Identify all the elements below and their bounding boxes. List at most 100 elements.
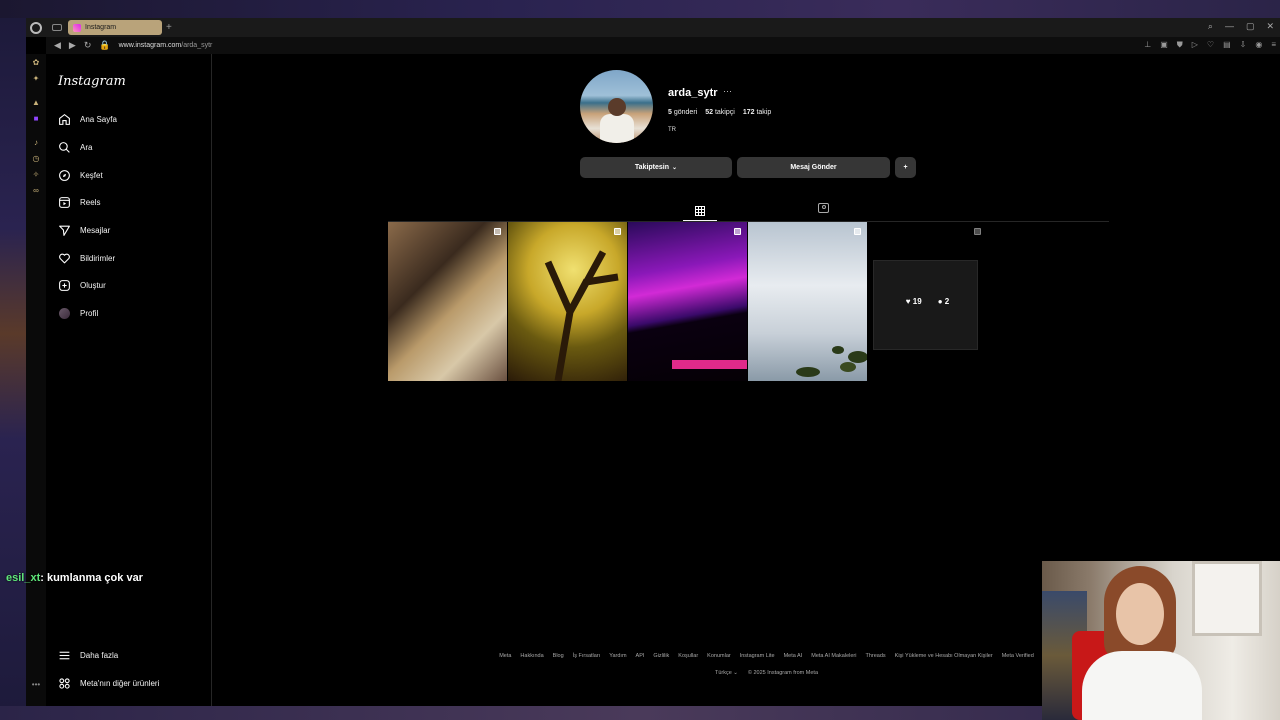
menu-icon[interactable]: ≡ — [1271, 40, 1276, 50]
home-icon — [56, 111, 72, 127]
window-shape — [1192, 561, 1262, 636]
post-thumbnail[interactable] — [508, 222, 627, 381]
message-button[interactable]: Mesaj Gönder — [737, 157, 890, 178]
nav-home[interactable]: Ana Sayfa — [56, 109, 117, 129]
carousel-icon — [854, 228, 861, 235]
nav-notifications[interactable]: Bildirimler — [56, 248, 115, 268]
footer-link[interactable]: Gizlilik — [653, 653, 669, 659]
nav-search-label: Ara — [80, 142, 93, 152]
instagram-sidebar: Instagram Ana Sayfa Ara Keşfet Reels Mes… — [46, 54, 212, 706]
footer-link[interactable]: API — [636, 653, 645, 659]
footer-link[interactable]: Threads — [865, 653, 885, 659]
nav-search[interactable]: Ara — [56, 137, 92, 157]
sidebar-settings-icon[interactable]: ••• — [31, 680, 41, 690]
nav-messages[interactable]: Mesajlar — [56, 220, 110, 240]
footer-link[interactable]: İş Fırsatları — [573, 653, 601, 659]
tab-tagged[interactable] — [818, 203, 829, 213]
close-window-button[interactable]: ✕ — [1266, 21, 1274, 32]
sidebar-app-icon[interactable]: ♪ — [31, 138, 41, 148]
maximize-button[interactable]: ▢ — [1246, 21, 1255, 32]
tab-islands-icon[interactable] — [52, 24, 62, 31]
downloads-icon[interactable]: ⇩ — [1240, 40, 1247, 50]
profile-bio: TR — [668, 127, 676, 133]
sidebar-app-icon[interactable]: ✦ — [31, 74, 41, 84]
history-icon[interactable]: ◷ — [31, 154, 41, 164]
heart-icon — [56, 250, 72, 266]
player-icon[interactable]: ▷ — [1192, 40, 1198, 50]
footer-link[interactable]: Hakkında — [520, 653, 543, 659]
nav-more[interactable]: Daha fazla — [56, 645, 118, 665]
nav-notifications-label: Bildirimler — [80, 253, 116, 263]
plant-leaves-shape — [796, 346, 867, 377]
avatar-photo-head — [608, 98, 626, 116]
suggested-users-button[interactable]: + — [895, 157, 916, 178]
profile-username: arda_sytr — [668, 87, 718, 99]
chat-username: esil_xt — [6, 572, 41, 584]
twitch-icon[interactable]: ■ — [31, 114, 41, 124]
snapshot-icon[interactable]: ▣ — [1160, 40, 1168, 50]
footer-link[interactable]: Yardım — [609, 653, 626, 659]
sidebar-app-icon[interactable]: ∞ — [31, 186, 41, 196]
nav-profile[interactable]: Profil — [56, 303, 98, 323]
url-field[interactable]: www.instagram.com/arda_sytr — [119, 42, 213, 49]
footer-link[interactable]: Kişi Yükleme ve Hesabı Olmayan Kişiler — [895, 653, 993, 659]
back-button[interactable]: ◀ — [54, 40, 61, 51]
nav-create[interactable]: Oluştur — [56, 275, 106, 295]
footer-link[interactable]: Instagram Lite — [740, 653, 775, 659]
following-stat[interactable]: 172 takip — [743, 109, 771, 116]
plus-square-icon — [56, 277, 72, 293]
opera-menu-icon[interactable] — [30, 21, 42, 34]
nav-explore[interactable]: Keşfet — [56, 165, 103, 185]
extensions-icon[interactable]: ▤ — [1223, 40, 1231, 50]
profile-stats: 5 gönderi 52 takipçi 172 takip — [668, 109, 771, 116]
search-icon — [56, 139, 72, 155]
following-button[interactable]: Takiptesin ⌄ — [580, 157, 732, 178]
minimize-button[interactable]: — — [1225, 21, 1234, 32]
reload-button[interactable]: ↻ — [84, 40, 92, 51]
nav-create-label: Oluştur — [80, 280, 106, 290]
nav-profile-label: Profil — [80, 308, 99, 318]
profile-options-button[interactable]: ··· — [723, 86, 732, 96]
search-tabs-icon[interactable]: ⌕ — [1208, 21, 1213, 32]
footer-link[interactable]: Meta — [499, 653, 511, 659]
post-thumbnail[interactable] — [388, 222, 507, 381]
post-thumbnail[interactable] — [628, 222, 747, 381]
new-tab-button[interactable]: + — [166, 22, 172, 33]
favorites-heart-icon[interactable]: ♡ — [1207, 40, 1214, 50]
avatar-photo-body — [600, 114, 634, 143]
sidebar-app-icon[interactable]: ▲ — [31, 98, 41, 108]
forward-button[interactable]: ▶ — [69, 40, 76, 51]
footer-link[interactable]: Konumlar — [707, 653, 731, 659]
footer-link[interactable]: Meta AI — [784, 653, 803, 659]
followers-stat[interactable]: 52 takipçi — [705, 109, 735, 116]
footer-link[interactable]: Meta AI Makaleleri — [811, 653, 856, 659]
post-thumbnail-hovered[interactable]: ♥ 19 ● 2 — [868, 222, 987, 381]
copyright: © 2025 Instagram from Meta — [747, 670, 819, 676]
nav-messages-label: Mesajlar — [80, 225, 111, 235]
desktop-background-left — [0, 18, 26, 720]
nav-reels[interactable]: Reels — [56, 192, 100, 212]
footer-link[interactable]: Blog — [553, 653, 564, 659]
pin-icon[interactable]: ⊥ — [1144, 40, 1151, 50]
tab-title: Instagram — [85, 24, 117, 31]
instagram-logo[interactable]: Instagram — [58, 74, 126, 89]
language-select[interactable]: Türkçe ⌄ — [715, 670, 738, 676]
instagram-favicon-icon — [73, 23, 81, 32]
tab-instagram[interactable]: Instagram — [68, 20, 162, 35]
profile-avatar[interactable] — [580, 70, 653, 143]
grid-icon — [695, 206, 705, 216]
sidebar-app-icon[interactable]: ✧ — [31, 170, 41, 180]
tab-posts-grid[interactable] — [695, 203, 705, 216]
post-thumbnail[interactable] — [748, 222, 867, 381]
account-icon[interactable]: ◉ — [1255, 40, 1262, 50]
shield-icon[interactable]: ⛊ — [1177, 40, 1183, 50]
footer-link[interactable]: Koşullar — [678, 653, 698, 659]
carousel-icon — [494, 228, 501, 235]
footer-link[interactable]: Meta Verified — [1002, 653, 1034, 659]
nav-meta-products[interactable]: Meta'nın diğer ürünleri — [56, 673, 159, 693]
carousel-icon — [614, 228, 621, 235]
sidebar-app-icon[interactable]: ✿ — [31, 58, 41, 68]
likes-count: ♥ 19 — [905, 297, 922, 306]
url-path: /arda_sytr — [181, 42, 213, 49]
tab-bar: Instagram + ⌕ — ▢ ✕ — [26, 18, 1280, 37]
